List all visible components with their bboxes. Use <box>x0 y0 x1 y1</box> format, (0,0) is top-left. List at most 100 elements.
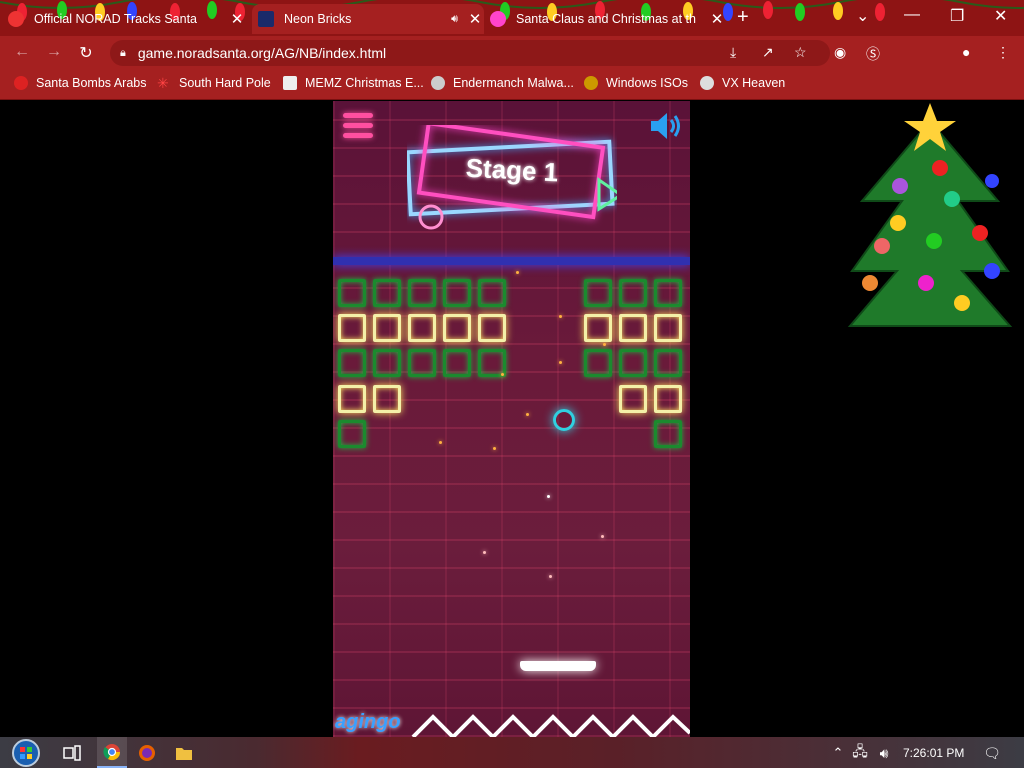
bookmark-south-hard-pole[interactable]: ✳ South Hard Pole <box>157 76 271 90</box>
page-icon <box>283 76 297 90</box>
brick <box>584 279 612 307</box>
brick <box>654 349 682 377</box>
sound-on-icon[interactable] <box>649 111 683 141</box>
spark-particle <box>559 361 562 364</box>
brick <box>373 349 401 377</box>
site-favicon-icon <box>490 11 506 27</box>
back-arrow-icon[interactable]: ← <box>12 43 32 61</box>
bookmark-label: Santa Bombs Arabs <box>36 76 147 90</box>
network-icon[interactable]: 🖧︎ <box>848 741 872 765</box>
system-clock[interactable]: 7:26:01 PM <box>903 746 964 760</box>
address-bar[interactable]: 🔒︎ game.noradsanta.org/AG/NB/index.html <box>110 40 830 66</box>
skull-icon <box>700 76 714 90</box>
chrome-icon[interactable] <box>97 737 127 768</box>
brick <box>619 349 647 377</box>
url-text: game.noradsanta.org/AG/NB/index.html <box>137 45 387 61</box>
spark-particle <box>549 575 552 578</box>
spark-particle <box>516 271 519 274</box>
bookmark-windows-isos[interactable]: Windows ISOs <box>584 76 688 90</box>
reload-icon[interactable]: ↻ <box>76 43 96 63</box>
brick <box>338 420 366 448</box>
share-icon[interactable]: ↗ <box>762 44 774 61</box>
brick-bright <box>373 314 401 342</box>
brick <box>338 349 366 377</box>
tab-neon-bricks[interactable]: Neon Bricks 🔊︎ ✕ <box>252 4 484 34</box>
tab-santa-claus-christmas[interactable]: Santa Claus and Christmas at the ✕ <box>490 4 726 34</box>
brick-bright <box>443 314 471 342</box>
bookmark-label: South Hard Pole <box>179 76 271 90</box>
paddle[interactable] <box>520 661 596 671</box>
brick-bright <box>584 314 612 342</box>
brick-bright <box>654 385 682 413</box>
close-icon[interactable]: ✕ <box>708 10 726 28</box>
cat-icon <box>431 76 445 90</box>
extension-s-icon[interactable]: Ⓢ <box>866 44 880 64</box>
bookmark-vx-heaven[interactable]: VX Heaven <box>700 76 785 90</box>
brick <box>584 349 612 377</box>
bookmark-star-icon[interactable]: ☆ <box>794 44 807 61</box>
brick <box>619 279 647 307</box>
brick <box>373 279 401 307</box>
agingo-logo[interactable]: agingo <box>335 711 401 734</box>
install-app-icon[interactable]: ⤓ <box>730 44 736 61</box>
bookmark-label: MEMZ Christmas E... <box>305 76 424 90</box>
close-icon[interactable]: ✕ <box>466 10 484 28</box>
restore-icon[interactable]: ❐ <box>950 6 964 26</box>
brick <box>654 420 682 448</box>
brick-bright <box>478 314 506 342</box>
minimize-icon[interactable]: — <box>904 6 920 24</box>
tab-norad-tracks-santa[interactable]: Official NORAD Tracks Santa ✕ <box>8 4 246 34</box>
hamburger-menu-icon[interactable] <box>343 113 373 139</box>
spark-particle <box>483 551 486 554</box>
profile-avatar-icon[interactable]: ● <box>962 44 970 60</box>
tab-strip: Official NORAD Tracks Santa ✕ Neon Brick… <box>0 0 1024 36</box>
notification-center-icon[interactable]: 🗨︎ <box>980 741 1004 765</box>
brick <box>338 279 366 307</box>
santa-favicon-icon <box>8 11 24 27</box>
show-hidden-icons-chevron-icon[interactable]: ⌃ <box>826 741 850 765</box>
brick-bright <box>619 385 647 413</box>
spark-particle <box>501 373 504 376</box>
start-orb-icon[interactable] <box>8 737 44 768</box>
brick-bright <box>338 314 366 342</box>
extension-flag-icon[interactable]: ◉ <box>834 44 846 61</box>
spark-particle <box>601 535 604 538</box>
neon-bricks-game-canvas[interactable]: Stage 1 agingo <box>333 101 690 737</box>
brick <box>408 279 436 307</box>
spark-particle <box>559 315 562 318</box>
close-icon[interactable]: ✕ <box>228 10 246 28</box>
close-window-icon[interactable]: ✕ <box>994 6 1007 26</box>
kebab-menu-icon[interactable]: ⋮ <box>996 44 1010 61</box>
brick-bright <box>654 314 682 342</box>
brick <box>478 279 506 307</box>
brick-bright <box>619 314 647 342</box>
christmas-tree-decoration <box>847 103 1013 327</box>
brick <box>654 279 682 307</box>
forward-arrow-icon[interactable]: → <box>44 43 64 61</box>
spark-particle <box>526 413 529 416</box>
bookmark-memz-christmas[interactable]: MEMZ Christmas E... <box>283 76 424 90</box>
volume-icon[interactable]: 🔊︎ <box>872 741 896 765</box>
windows-taskbar: ⌃ 🖧︎ 🔊︎ 7:26:01 PM 🗨︎ <box>0 737 1024 768</box>
lock-icon: 🔒︎ <box>120 46 126 59</box>
bookmarks-bar: Santa Bombs Arabs ✳ South Hard Pole MEMZ… <box>0 70 1024 100</box>
file-explorer-icon[interactable] <box>172 741 196 765</box>
bookmark-santa-bombs-arabs[interactable]: Santa Bombs Arabs <box>14 76 146 90</box>
firefox-icon[interactable] <box>135 741 159 765</box>
tab-search-chevron-icon[interactable]: ⌄ <box>856 6 869 26</box>
bookmark-endermanch-malware[interactable]: Endermanch Malwa... <box>431 76 574 90</box>
brick <box>443 349 471 377</box>
task-view-icon[interactable] <box>60 741 84 765</box>
brick-bright <box>338 385 366 413</box>
stage-sign: Stage 1 <box>405 120 624 230</box>
brick <box>408 349 436 377</box>
browser-toolbar: ← → ↻ 🔒︎ game.noradsanta.org/AG/NB/index… <box>0 36 1024 70</box>
new-tab-plus-icon[interactable]: + <box>737 6 749 29</box>
pumpkin-icon <box>584 76 598 90</box>
tab-title: Santa Claus and Christmas at the <box>516 12 696 26</box>
tab-title: Official NORAD Tracks Santa <box>34 12 198 26</box>
bookmark-label: Windows ISOs <box>606 76 688 90</box>
spark-particle <box>547 495 550 498</box>
brick <box>443 279 471 307</box>
audio-playing-icon[interactable]: 🔊︎ <box>451 13 458 26</box>
